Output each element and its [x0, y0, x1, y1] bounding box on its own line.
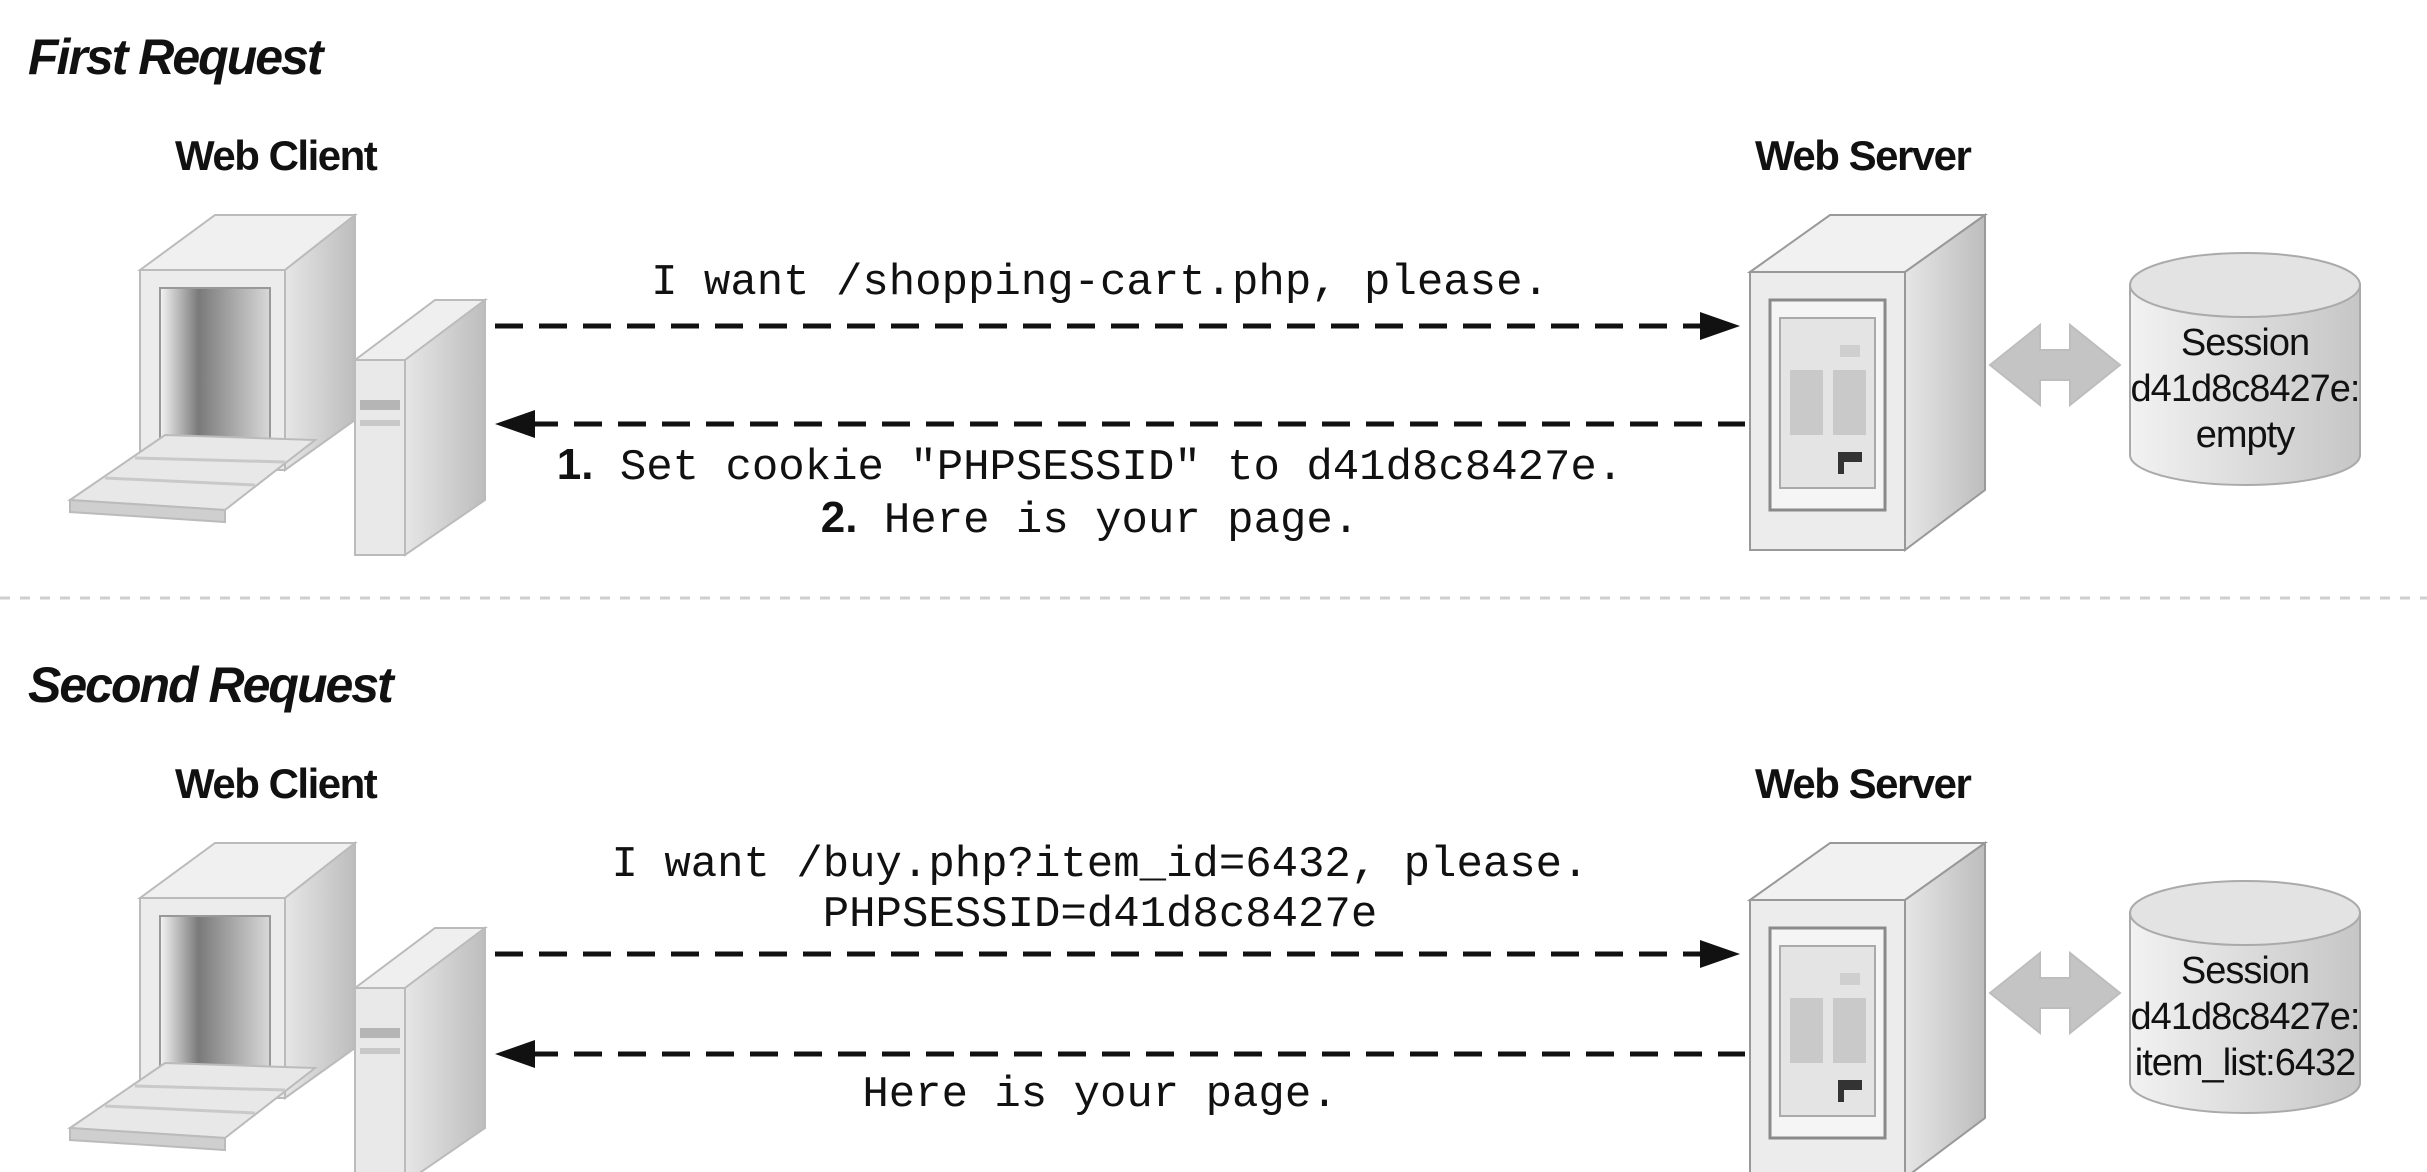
second-request-line2: PHPSESSID=d41d8c8427e [822, 890, 1378, 940]
first-request-title: First Request [28, 29, 324, 85]
first-session-text: Session d41d8c8427e: empty [2130, 320, 2361, 458]
first-session-line2: d41d8c8427e: [2130, 368, 2361, 410]
first-client-computer [68, 213, 487, 557]
first-response-step1: 1. Set cookie "PHPSESSID" to d41d8c8427e… [440, 440, 1740, 493]
step2-text: Here is your page. [857, 496, 1360, 546]
second-client-label: Web Client [175, 760, 378, 807]
second-session-line1: Session [2180, 950, 2310, 992]
first-session-line3: empty [2195, 414, 2295, 456]
step1-number: 1. [556, 440, 594, 489]
second-session-line2: d41d8c8427e: [2130, 996, 2361, 1038]
step2-number: 2. [820, 493, 858, 542]
second-double-arrow [1989, 952, 2121, 1034]
first-request-message: I want /shopping-cart.php, please. [651, 258, 1549, 308]
second-request-line1: I want /buy.php?item_id=6432, please. [611, 840, 1589, 890]
second-server-label: Web Server [1755, 760, 1972, 807]
first-client-label: Web Client [175, 132, 378, 179]
first-double-arrow [1989, 324, 2121, 406]
first-response-step2: 2. Here is your page. [440, 493, 1740, 546]
second-server-machine [1748, 841, 1987, 1172]
second-response-arrow [495, 1040, 1745, 1068]
second-session-text: Session d41d8c8427e: item_list:6432 [2130, 948, 2361, 1086]
first-response-arrow [495, 410, 1745, 438]
second-request-arrow [495, 940, 1740, 968]
step1-text: Set cookie "PHPSESSID" to d41d8c8427e. [593, 443, 1624, 493]
second-session-line3: item_list:6432 [2134, 1042, 2356, 1084]
second-response-message: Here is your page. [862, 1070, 1338, 1120]
second-request-title: Second Request [28, 657, 394, 713]
first-server-machine [1748, 213, 1987, 552]
first-session-line1: Session [2180, 322, 2310, 364]
first-request-arrow [495, 312, 1740, 340]
second-client-computer [68, 841, 487, 1172]
first-server-label: Web Server [1755, 132, 1972, 179]
